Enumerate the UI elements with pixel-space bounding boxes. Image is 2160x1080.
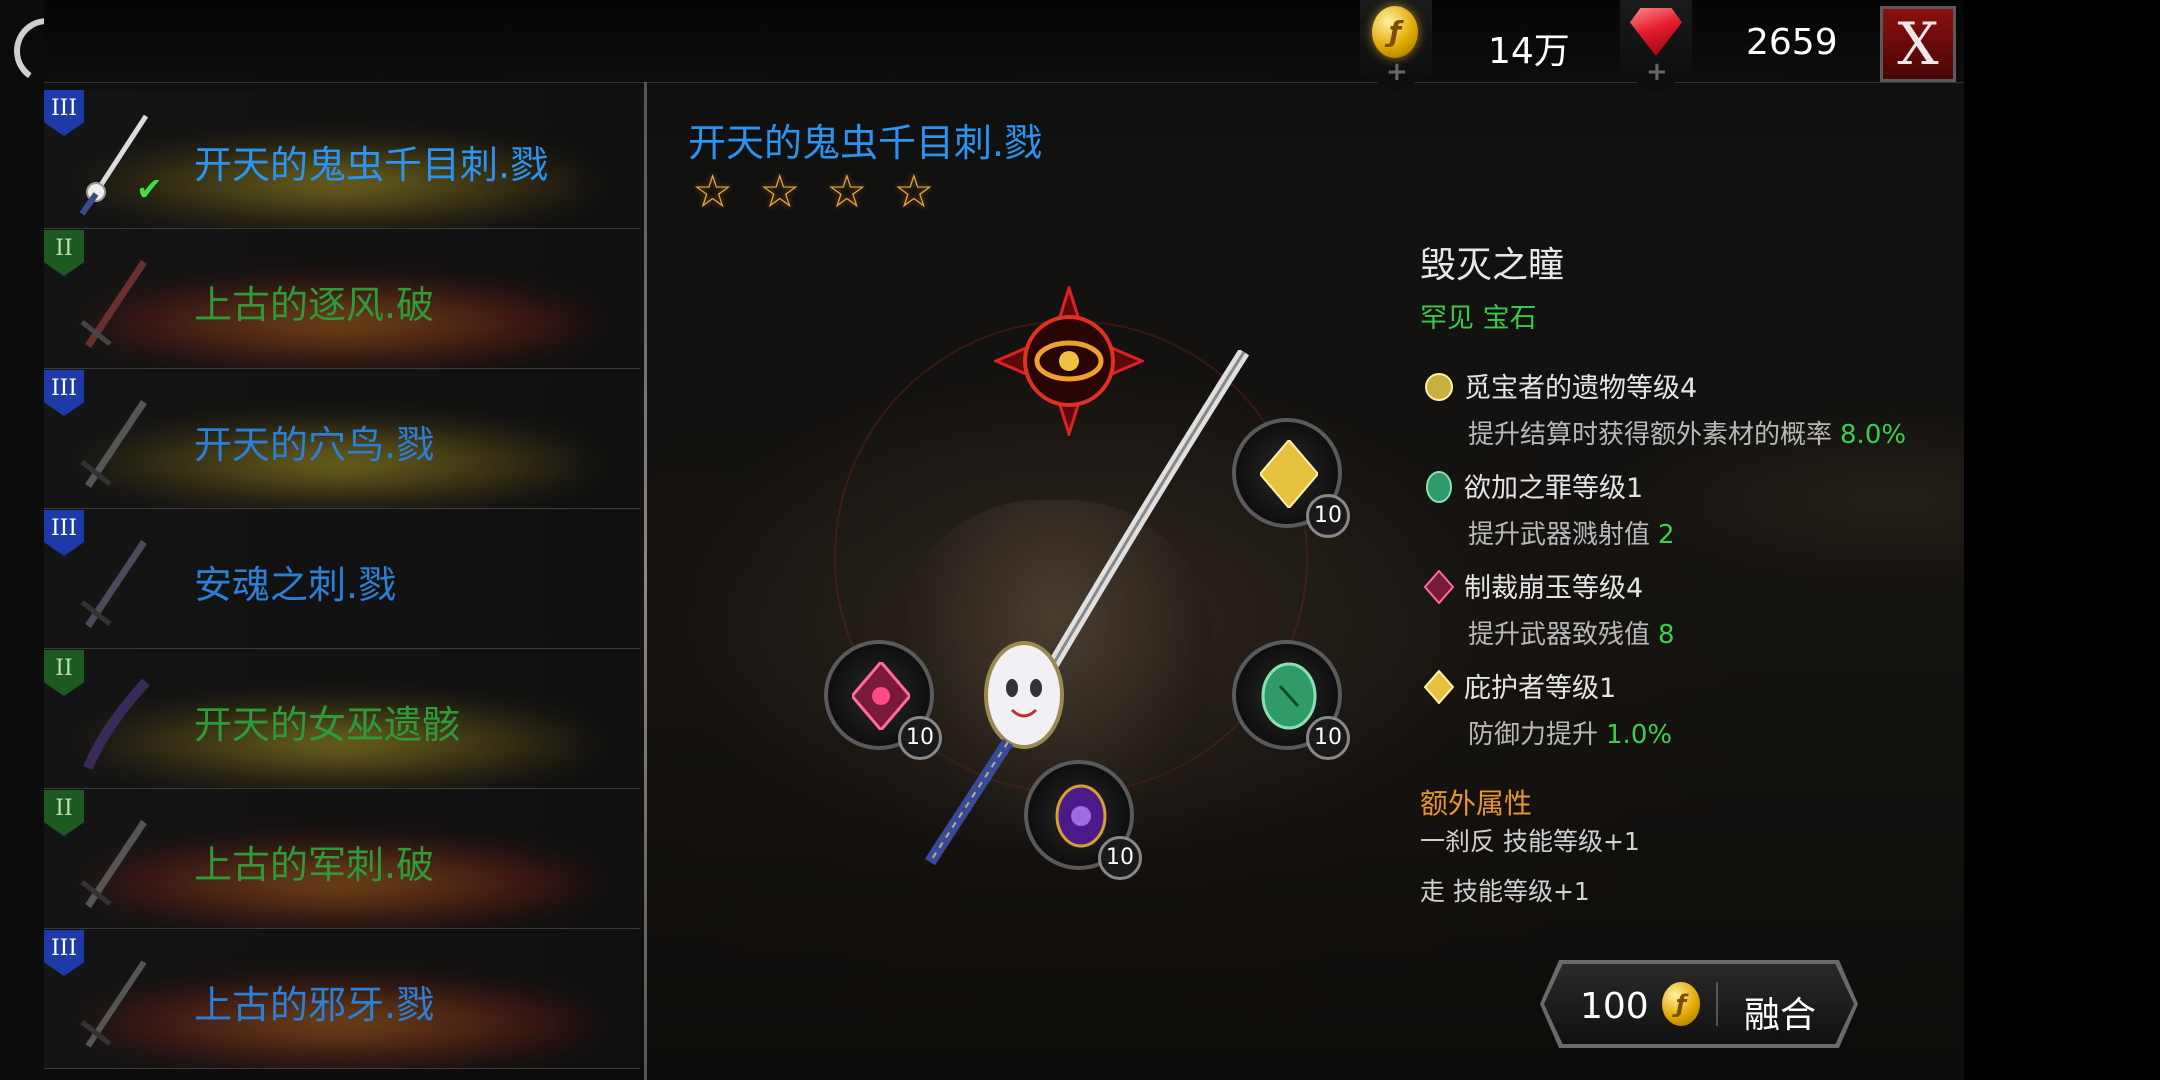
effect-desc: 提升武器溅射值 2 <box>1468 520 1675 550</box>
effect-name: 欲加之罪等级1 <box>1464 473 1644 504</box>
effect-desc: 提升结算时获得额外素材的概率 8.0% <box>1468 420 1907 450</box>
effect-name: 觅宝者的遗物等级4 <box>1464 373 1698 404</box>
star-rating: ☆ ☆ ☆ ☆ <box>692 164 955 218</box>
yellow-crystal-icon <box>1424 670 1454 704</box>
weapon-row-2[interactable]: III 开天的穴鸟.戮 <box>44 370 640 509</box>
gold-slot[interactable]: ƒ + <box>1360 0 1432 92</box>
weapon-row-4[interactable]: II 开天的女巫遗骸 <box>44 650 640 789</box>
effect-desc: 提升武器致残值 8 <box>1468 620 1675 650</box>
purple-gem-icon <box>1055 784 1107 848</box>
gem-title: 毁灭之瞳 <box>1420 245 1565 286</box>
weapon-name: 上古的邪牙.戮 <box>194 983 435 1027</box>
fuse-separator <box>1716 982 1718 1026</box>
socket-yellow[interactable]: 10 <box>1232 418 1350 538</box>
star-icon: ☆ <box>692 164 734 218</box>
effect-desc: 防御力提升 1.0% <box>1468 720 1673 750</box>
effect-value: 8.0% <box>1840 420 1907 450</box>
golden-relic-icon <box>1425 373 1453 401</box>
weapon-name: 安魂之刺.戮 <box>194 563 397 607</box>
add-gold-icon[interactable]: + <box>1386 59 1408 85</box>
yellow-crystal-icon <box>1260 440 1318 508</box>
system-edge-strip <box>0 0 86 1080</box>
effect-name: 制裁崩玉等级4 <box>1464 573 1644 604</box>
weapon-row-1[interactable]: II 上古的逐风.破 <box>44 230 640 369</box>
extra-attribute-line: 一刹反 技能等级+1 <box>1420 827 1640 856</box>
item-title: 开天的鬼虫千目刺.戮 <box>688 121 1043 165</box>
dagger-icon <box>80 960 147 1048</box>
gold-coin-icon: ƒ <box>1372 6 1418 58</box>
top-bar: ƒ + 14万 + 2659 X <box>44 0 1964 92</box>
pink-gem-icon <box>852 662 910 730</box>
gem-rarity: 罕见 宝石 <box>1420 303 1537 334</box>
weapon-row-5[interactable]: II 上古的军刺.破 <box>44 790 640 929</box>
star-icon: ☆ <box>759 164 801 218</box>
weapon-row-0[interactable]: III ✔ 开天的鬼虫千目刺.戮 <box>44 90 640 229</box>
game-screen: ƒ + 14万 + 2659 X III ✔ 开天的鬼虫千目刺.戮 II 上古的… <box>44 0 1964 1080</box>
effect-value: 1.0% <box>1606 720 1673 750</box>
weapon-name: 上古的军刺.破 <box>194 843 435 887</box>
socket-green[interactable]: 10 <box>1232 640 1350 760</box>
effect-value: 2 <box>1658 520 1675 550</box>
gem-amount: 2659 <box>1746 22 1838 63</box>
socket-level: 10 <box>1306 494 1350 538</box>
socket-pink[interactable]: 10 <box>824 640 942 760</box>
add-gem-icon[interactable]: + <box>1646 59 1668 85</box>
dagger-icon <box>80 260 147 348</box>
red-gem-icon <box>1630 8 1682 56</box>
effect-value: 8 <box>1658 620 1675 650</box>
equipped-check-icon: ✔ <box>136 170 163 208</box>
weapon-name: 开天的鬼虫千目刺.戮 <box>194 143 549 187</box>
gold-coin-icon: ƒ <box>1662 982 1700 1026</box>
pink-gem-icon <box>1424 570 1454 604</box>
effect-name: 庇护者等级1 <box>1464 673 1617 704</box>
dagger-icon <box>80 540 147 628</box>
curved-blade-icon <box>83 678 150 770</box>
fuse-cost: 100 <box>1580 986 1649 1027</box>
weapon-list: III ✔ 开天的鬼虫千目刺.戮 II 上古的逐风.破 III 开天的穴鸟.戮 … <box>44 90 640 1080</box>
weapon-name: 开天的穴鸟.戮 <box>194 423 435 467</box>
weapon-name: 开天的女巫遗骸 <box>194 703 461 747</box>
fuse-label[interactable]: 融合 <box>1744 986 1816 1038</box>
socket-level: 10 <box>1306 716 1350 760</box>
gem-slot[interactable]: + <box>1620 0 1692 92</box>
green-gem-icon <box>1261 662 1317 730</box>
weapon-row-3[interactable]: III 安魂之刺.戮 <box>44 510 640 649</box>
star-icon: ☆ <box>893 164 935 218</box>
screen-edge-black <box>1964 0 2160 1080</box>
extra-attributes-header: 额外属性 <box>1420 787 1533 820</box>
gold-amount: 14万 <box>1488 31 1570 72</box>
socket-purple[interactable]: 10 <box>1024 760 1142 880</box>
weapon-name: 上古的逐风.破 <box>194 283 435 327</box>
star-icon: ☆ <box>826 164 868 218</box>
panel-divider <box>644 82 647 1080</box>
dagger-icon <box>80 820 147 908</box>
close-button[interactable]: X <box>1880 6 1956 82</box>
extra-attribute-line: 走 技能等级+1 <box>1420 877 1590 906</box>
weapon-row-6[interactable]: III 上古的邪牙.戮 <box>44 930 640 1069</box>
socket-level: 10 <box>898 716 942 760</box>
weapon-display: 10 10 10 10 <box>744 260 1364 880</box>
socket-level: 10 <box>1098 836 1142 880</box>
green-gem-icon <box>1426 471 1452 503</box>
dagger-icon <box>80 400 147 488</box>
